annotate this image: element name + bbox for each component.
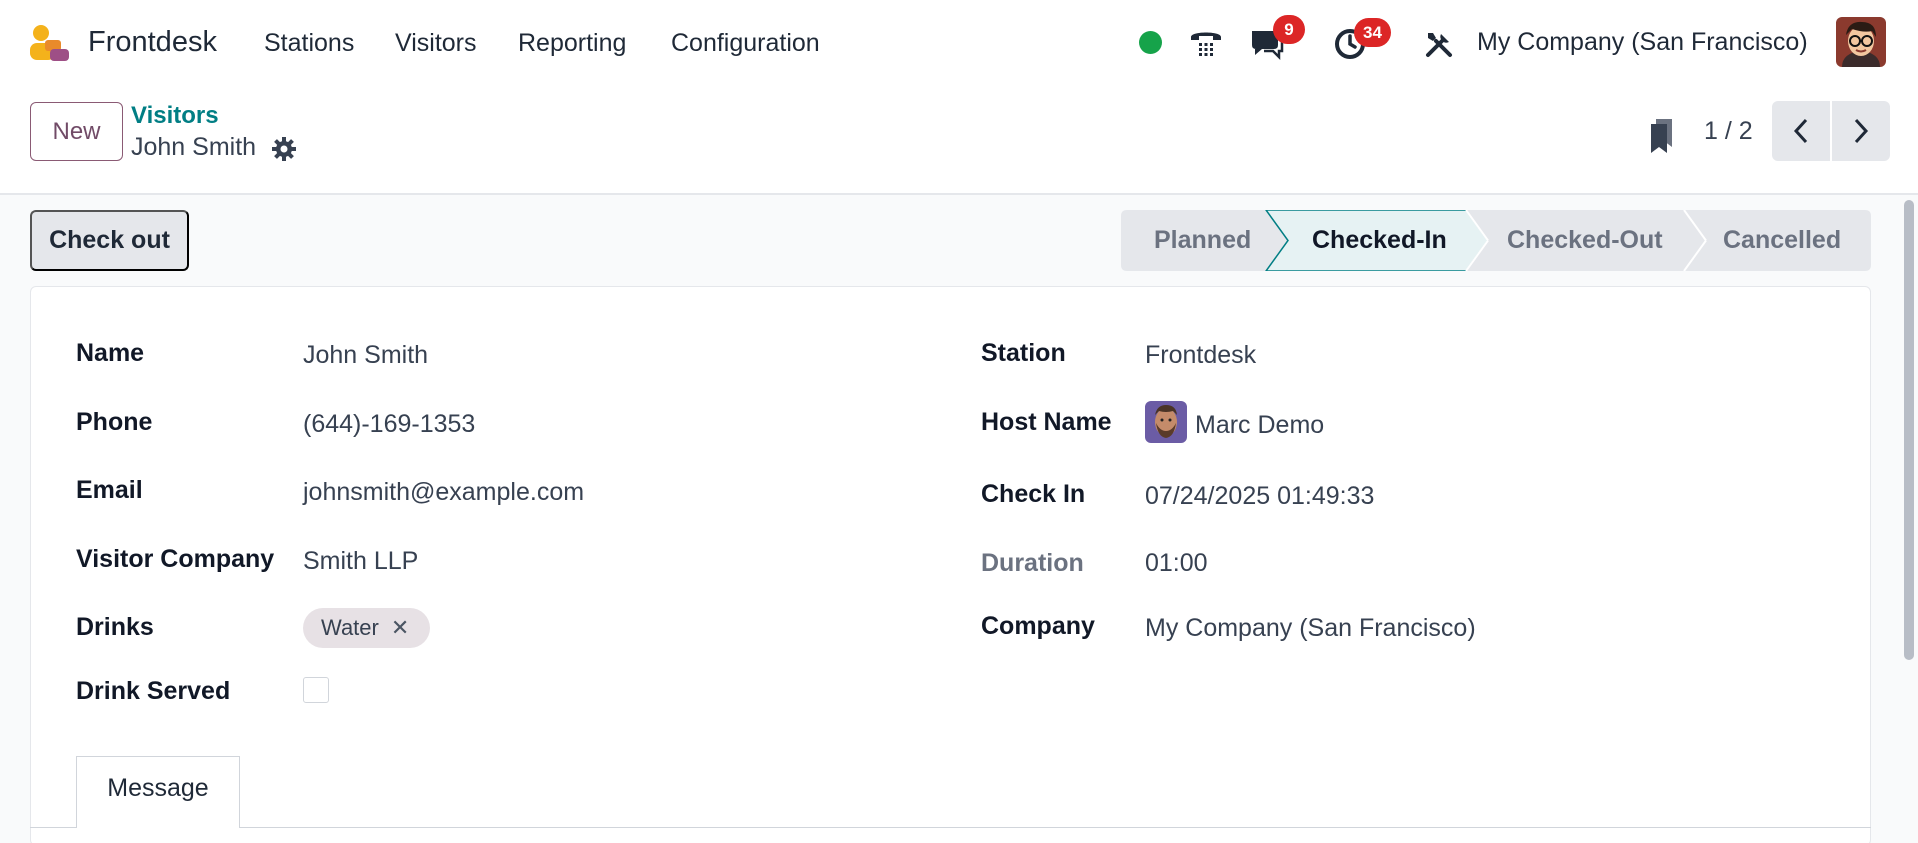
name-field[interactable]: John Smith	[303, 341, 428, 370]
duration-field: 01:00	[1145, 549, 1208, 577]
company-label: Company	[981, 612, 1095, 640]
menu-reporting[interactable]: Reporting	[518, 29, 626, 58]
frontdesk-logo-icon[interactable]	[28, 24, 70, 62]
menu-visitors[interactable]: Visitors	[395, 29, 477, 58]
pager-next-button[interactable]	[1832, 101, 1890, 161]
app-name[interactable]: Frontdesk	[88, 26, 217, 59]
breadcrumb-visitors[interactable]: Visitors	[131, 102, 219, 130]
user-avatar[interactable]	[1836, 17, 1886, 67]
messages-badge: 9	[1273, 15, 1305, 44]
record-title: John Smith	[131, 133, 257, 161]
check-in-field[interactable]: 07/24/2025 01:49:33	[1145, 482, 1374, 511]
station-label: Station	[981, 339, 1066, 367]
host-name-field[interactable]: Marc Demo	[1195, 411, 1324, 440]
gear-icon[interactable]	[271, 136, 297, 162]
new-button[interactable]: New	[30, 102, 123, 161]
tab-message[interactable]: Message	[76, 756, 240, 828]
notebook-tab-line	[30, 827, 1871, 828]
menu-stations[interactable]: Stations	[264, 29, 354, 58]
activities-badge: 34	[1354, 18, 1391, 47]
host-name-label: Host Name	[981, 408, 1112, 436]
top-navbar: Frontdesk Stations Visitors Reporting Co…	[0, 0, 1918, 87]
bookmark-icon[interactable]	[1648, 117, 1676, 155]
check-in-label: Check In	[981, 480, 1086, 508]
station-field[interactable]: Frontdesk	[1145, 341, 1256, 370]
visitor-company-label: Visitor Company	[76, 545, 275, 573]
pager-previous-button[interactable]	[1772, 101, 1830, 161]
drink-served-label: Drink Served	[76, 677, 231, 705]
debug-tools-icon[interactable]	[1419, 24, 1459, 64]
chevron-right-icon	[1854, 118, 1869, 144]
chevron-left-icon	[1793, 118, 1808, 144]
drink-tag[interactable]: Water ✕	[303, 608, 430, 648]
stage-checked-in[interactable]: Checked-In	[1312, 226, 1447, 255]
host-avatar	[1145, 401, 1187, 443]
check-out-button[interactable]: Check out	[30, 210, 189, 271]
duration-label: Duration	[981, 549, 1084, 577]
company-field[interactable]: My Company (San Francisco)	[1145, 614, 1476, 643]
visitor-company-field[interactable]: Smith LLP	[303, 547, 418, 576]
name-label: Name	[76, 339, 145, 367]
phone-label: Phone	[76, 408, 153, 436]
phone-field[interactable]: (644)-169-1353	[303, 410, 475, 439]
remove-tag-icon[interactable]: ✕	[391, 615, 409, 641]
presence-status-icon	[1139, 31, 1162, 54]
stage-cancelled[interactable]: Cancelled	[1723, 226, 1841, 255]
drink-tag-label: Water	[321, 615, 379, 640]
stage-checked-out[interactable]: Checked-Out	[1507, 226, 1663, 255]
stage-planned[interactable]: Planned	[1154, 226, 1251, 255]
pager-value[interactable]: 1 / 2	[1704, 117, 1753, 146]
email-field[interactable]: johnsmith@example.com	[303, 478, 584, 507]
email-label: Email	[76, 476, 143, 504]
menu-configuration[interactable]: Configuration	[671, 29, 820, 58]
company-switcher[interactable]: My Company (San Francisco)	[1477, 28, 1808, 57]
page-scrollbar[interactable]	[1904, 200, 1914, 660]
drink-served-checkbox[interactable]	[303, 677, 329, 703]
phone-icon[interactable]	[1186, 24, 1226, 64]
status-stages: Planned Checked-In Checked-Out Cancelled	[1121, 210, 1871, 271]
drinks-label: Drinks	[76, 613, 154, 641]
